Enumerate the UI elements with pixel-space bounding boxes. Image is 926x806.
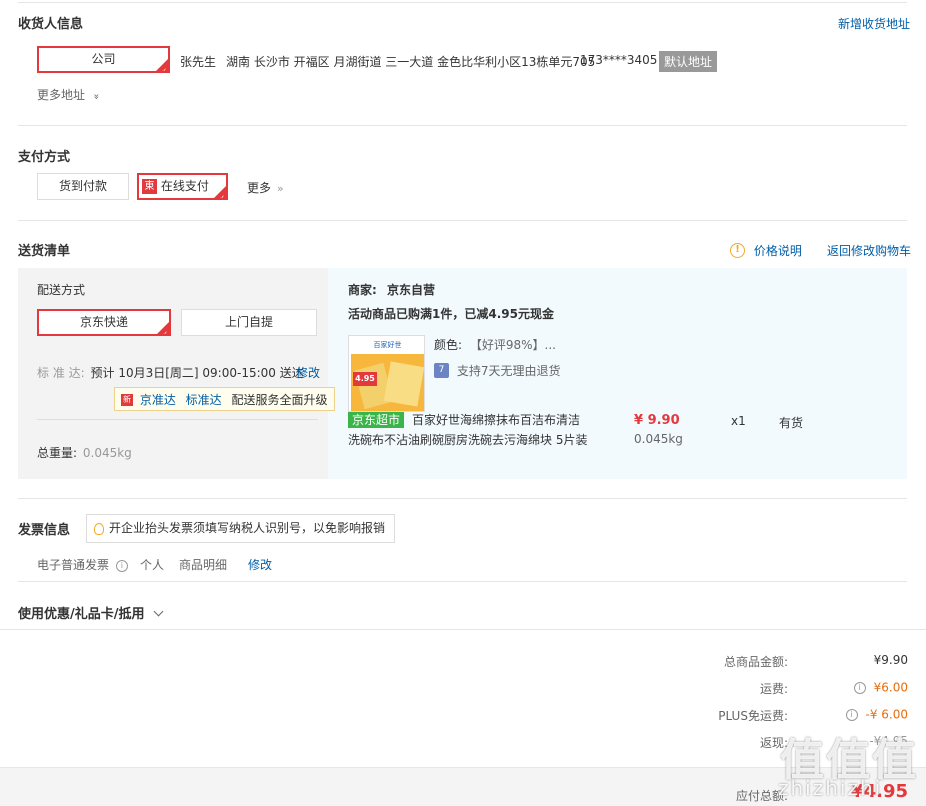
payment-title: 支付方式 xyxy=(18,150,71,165)
divider xyxy=(0,629,926,630)
delivery-jd-express-label: 京东快递 xyxy=(79,315,128,329)
lightbulb-icon xyxy=(94,522,104,535)
summary-plus-row: i -¥ 6.00 xyxy=(845,707,909,722)
divider xyxy=(18,581,907,582)
invoice-type: 电子普通发票 xyxy=(37,558,110,572)
product-name-line1[interactable]: 京东超市 百家好世海绵擦抹布百洁布清洁 xyxy=(348,411,580,428)
delivery-title: 送货清单 xyxy=(18,244,71,259)
invoice-title: 发票信息 xyxy=(18,523,71,538)
chevron-down-icon: » xyxy=(90,93,102,100)
more-address-link[interactable]: 更多地址 » xyxy=(37,86,102,103)
jd-zhunda-link[interactable]: 京准达 xyxy=(140,393,176,407)
new-badge-icon: 新 xyxy=(121,393,133,406)
address-tag-label: 公司 xyxy=(91,52,116,66)
return-policy-text: 支持7天无理由退货 xyxy=(456,364,561,378)
product-image-brand: 百家好世 xyxy=(349,336,424,354)
chevron-down-icon xyxy=(153,606,164,617)
total-weight-row: 总重量: 0.045kg xyxy=(37,444,132,461)
consignee-phone: 173****3405 xyxy=(580,53,658,67)
seven-day-return-icon: 7 xyxy=(434,363,449,378)
info-icon[interactable]: i xyxy=(115,559,128,572)
coupon-title: 使用优惠/礼品卡/抵用 xyxy=(18,607,145,622)
warning-icon: ! xyxy=(730,243,745,258)
pay-online-button[interactable]: 東 在线支付 xyxy=(137,173,228,200)
invoice-tip-text: 开企业抬头发票须填写纳税人识别号，以免影响报销 xyxy=(109,521,386,535)
jd-pay-icon: 東 xyxy=(142,179,157,194)
consignee-name: 张先生 xyxy=(180,55,217,69)
merchant-name: 京东自营 xyxy=(387,283,436,297)
merchant-row: 商家: 京东自营 xyxy=(348,281,435,298)
summary-freight-label: 运费: xyxy=(759,682,788,696)
consignee-address: 湖南 长沙市 开福区 月湖街道 三一大道 金色比华利小区13栋单元705 xyxy=(226,55,596,69)
invoice-tip: 开企业抬头发票须填写纳税人识别号，以免影响报销 xyxy=(86,514,396,543)
product-price: ¥ 9.90 xyxy=(634,413,680,428)
selected-check-icon xyxy=(156,59,168,71)
edit-invoice-link[interactable]: 修改 xyxy=(248,556,272,573)
product-color-row: 颜色: 【好评98%】... xyxy=(434,336,556,353)
pay-more-label: 更多 xyxy=(247,181,272,195)
top-border xyxy=(18,2,907,3)
summary-plus-label: PLUS免运费: xyxy=(718,709,788,723)
consignee-title: 收货人信息 xyxy=(18,17,84,32)
price-note-label: 价格说明 xyxy=(753,244,802,258)
product-name: 百家好世海绵擦抹布百洁布清洁 xyxy=(412,413,581,427)
summary-freight-row: i ¥6.00 xyxy=(853,680,908,695)
invoice-type-row: 电子普通发票 i xyxy=(37,556,128,573)
divider xyxy=(18,498,907,499)
standard-delivery-time: 预计 10月3日[周二] 09:00-15:00 送达 xyxy=(90,366,304,380)
watermark-text: zhizhizhi xyxy=(778,776,883,800)
product-color-value: 【好评98%】... xyxy=(469,338,556,352)
more-address-label: 更多地址 xyxy=(37,88,86,102)
delivery-pickup-button[interactable]: 上门自提 xyxy=(181,309,317,336)
product-stock: 有货 xyxy=(779,416,804,430)
product-image[interactable]: 百家好世 4.95 xyxy=(348,335,425,412)
pay-cod-button[interactable]: 货到付款 xyxy=(37,173,129,200)
sponge-image xyxy=(383,361,424,407)
divider xyxy=(18,125,907,126)
default-address-badge: 默认地址 xyxy=(659,51,718,72)
pay-more-link[interactable]: 更多 » xyxy=(247,179,284,196)
summary-total-value: ¥9.90 xyxy=(873,653,908,667)
total-weight-value: 0.045kg xyxy=(82,446,132,460)
summary-total-label: 总商品金额: xyxy=(723,655,788,669)
info-icon[interactable]: i xyxy=(853,681,866,694)
pay-online-label: 在线支付 xyxy=(160,179,209,193)
delivery-upgrade-tip: 新 京准达 标准达 配送服务全面升级 xyxy=(114,387,335,411)
total-weight-label: 总重量: xyxy=(37,446,78,460)
delivery-method-label: 配送方式 xyxy=(37,283,86,297)
standard-delivery-label: 标 准 达: xyxy=(37,366,85,380)
price-note-link[interactable]: ! 价格说明 xyxy=(730,242,802,259)
invoice-detail: 商品明细 xyxy=(179,558,228,572)
info-icon[interactable]: i xyxy=(845,708,858,721)
add-address-link[interactable]: 新增收货地址 xyxy=(838,15,910,32)
product-color-label: 颜色: xyxy=(434,338,463,352)
product-quantity: x1 xyxy=(731,414,746,428)
standard-delivery-row: 标 准 达: 预计 10月3日[周二] 09:00-15:00 送达 xyxy=(37,364,304,381)
product-image-price-badge: 4.95 xyxy=(353,372,377,386)
divider xyxy=(37,419,318,420)
merchant-label: 商家: xyxy=(348,283,377,297)
delivery-jd-express-button[interactable]: 京东快递 xyxy=(37,309,171,336)
address-tag-company[interactable]: 公司 xyxy=(37,46,170,73)
return-policy-row: 7 支持7天无理由退货 xyxy=(434,362,560,379)
summary-freight-value: ¥6.00 xyxy=(873,680,908,695)
divider xyxy=(18,220,907,221)
edit-delivery-time-link[interactable]: 修改 xyxy=(296,364,320,381)
coupon-toggle[interactable]: 使用优惠/礼品卡/抵用 xyxy=(18,603,164,622)
product-weight: 0.045kg xyxy=(634,432,683,446)
promo-text: 活动商品已购满1件，已减4.95元现金 xyxy=(348,307,554,321)
back-to-cart-link[interactable]: 返回修改购物车 xyxy=(827,242,911,259)
selected-check-icon xyxy=(157,322,169,334)
chevron-right-icon: » xyxy=(276,182,284,195)
invoice-person: 个人 xyxy=(140,558,165,572)
delivery-upgrade-text: 配送服务全面升级 xyxy=(231,392,328,407)
jd-biaozhunda-link[interactable]: 标准达 xyxy=(186,393,222,407)
jd-supermarket-tag: 京东超市 xyxy=(348,412,405,428)
selected-check-icon xyxy=(214,186,226,198)
summary-plus-value: -¥ 6.00 xyxy=(865,707,909,722)
product-name-line2[interactable]: 洗碗布不沾油刷碗厨房洗碗去污海绵块 5片装 xyxy=(348,431,587,448)
